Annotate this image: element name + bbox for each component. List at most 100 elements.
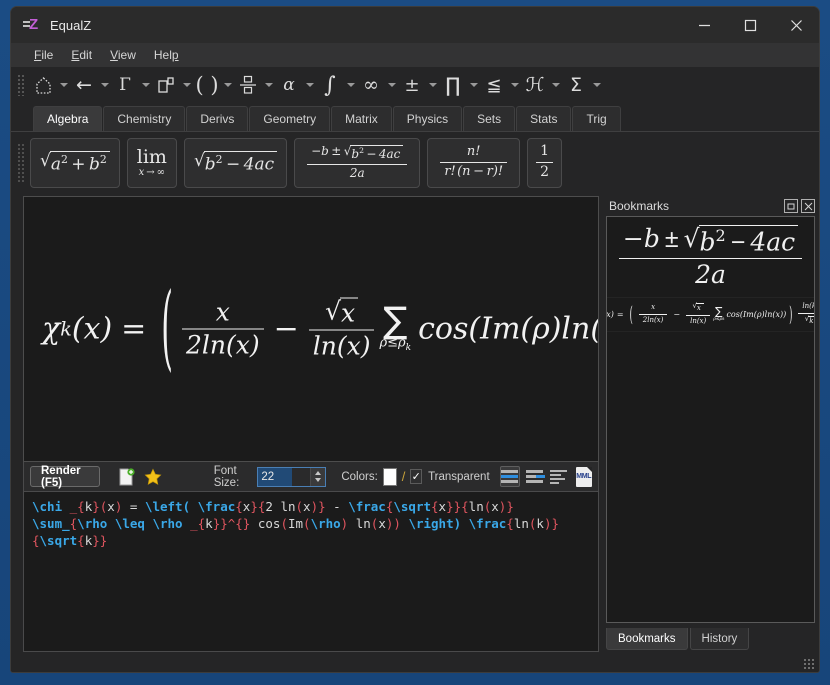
tab-matrix[interactable]: Matrix — [331, 106, 392, 131]
less-or-equal-dropdown[interactable] — [507, 71, 522, 99]
category-tab-bar: Algebra Chemistry Derivs Geometry Matrix… — [11, 103, 819, 131]
palette-grip-icon[interactable] — [17, 142, 25, 183]
latex-token: \leq — [114, 516, 145, 531]
new-document-icon[interactable] — [114, 465, 140, 489]
menu-help[interactable]: Help — [145, 46, 188, 64]
latex-token: )) — [385, 516, 401, 531]
product-dropdown[interactable] — [466, 71, 481, 99]
latex-token: k — [536, 516, 544, 531]
script-h-dropdown[interactable] — [548, 71, 563, 99]
arrow-left-icon[interactable]: ← — [71, 71, 97, 99]
latex-token: x — [378, 516, 386, 531]
integral-dropdown[interactable] — [343, 71, 358, 99]
template-box-icon[interactable] — [30, 71, 56, 99]
dock-tab-history[interactable]: History — [689, 628, 750, 650]
align-center-button[interactable] — [499, 466, 520, 487]
tab-trig[interactable]: Trig — [572, 106, 621, 131]
plus-minus-icon[interactable]: ± — [399, 71, 425, 99]
infinity-icon[interactable]: ∞ — [358, 71, 384, 99]
minimize-button[interactable] — [681, 7, 727, 43]
arrow-left-dropdown[interactable] — [97, 71, 112, 99]
latex-token: { — [506, 516, 514, 531]
menu-edit[interactable]: Edit — [62, 46, 101, 64]
latex-token: \frac — [197, 499, 236, 514]
latex-token: ) — [310, 499, 319, 514]
resize-grip-icon[interactable] — [803, 658, 815, 670]
sum-icon[interactable]: Σ — [563, 71, 589, 99]
palette-sqrt-discriminant[interactable]: √ b2 − 4ac — [183, 137, 288, 188]
tab-algebra[interactable]: Algebra — [33, 106, 103, 131]
parentheses-dropdown[interactable] — [220, 71, 235, 99]
palette-sqrt-a2b2[interactable]: √ a2 + b2 — [30, 137, 120, 188]
font-size-value[interactable]: 22 — [258, 467, 293, 486]
alpha-dropdown[interactable] — [302, 71, 317, 99]
palette-limit[interactable]: lim x → ∞ — [126, 137, 177, 188]
align-baseline-button[interactable] — [525, 466, 544, 487]
render-button[interactable]: Render (F5) — [30, 465, 100, 489]
product-icon[interactable]: ∏ — [440, 71, 466, 99]
tab-sets[interactable]: Sets — [463, 106, 516, 131]
alpha-icon[interactable]: α — [276, 71, 302, 99]
latex-token: \rho — [77, 516, 108, 531]
latex-token: x — [491, 499, 499, 514]
font-size-stepper[interactable]: 22 — [257, 466, 327, 487]
latex-token: ln — [348, 516, 371, 531]
latex-token: ln — [513, 516, 529, 531]
latex-token: \right) — [408, 516, 462, 531]
palette-one-half[interactable]: 12 — [527, 137, 563, 188]
latex-token: { — [431, 499, 439, 514]
less-or-equal-icon[interactable]: ≦ — [481, 71, 507, 99]
float-panel-icon[interactable] — [784, 199, 798, 213]
fraction-icon[interactable] — [235, 71, 261, 99]
parentheses-icon[interactable]: ( ) — [194, 71, 220, 99]
menu-file-text: ile — [41, 48, 54, 62]
maximize-button[interactable] — [727, 7, 773, 43]
infinity-dropdown[interactable] — [384, 71, 399, 99]
latex-token: ( — [295, 499, 304, 514]
superscript-dropdown[interactable] — [179, 71, 194, 99]
plus-minus-dropdown[interactable] — [425, 71, 440, 99]
bookmark-chi-k-formula[interactable]: χk(x) = ( x2ln(x) − √x ln(x) ∑ρ≤ρk cos(I… — [607, 298, 814, 332]
latex-token: \frac — [468, 516, 507, 531]
menu-file[interactable]: File — [25, 46, 62, 64]
tab-stats[interactable]: Stats — [516, 106, 572, 131]
sum-dropdown[interactable] — [589, 71, 604, 99]
fraction-dropdown[interactable] — [261, 71, 276, 99]
tab-geometry[interactable]: Geometry — [249, 106, 331, 131]
foreground-color-swatch[interactable] — [382, 467, 397, 486]
drag-grip-icon[interactable] — [17, 74, 26, 96]
latex-token: } — [92, 499, 100, 514]
latex-token — [183, 516, 191, 531]
latex-token: \rho — [310, 516, 341, 531]
palette-quadratic-formula[interactable]: −b ± √ b2 − 4ac 2a — [294, 137, 421, 188]
star-favorite-icon[interactable] — [140, 465, 166, 489]
palette-combinations[interactable]: n! r! (n − r)! — [427, 137, 521, 188]
bookmark-quadratic-formula[interactable]: −b ± √ b2 − 4ac 2a — [607, 217, 814, 299]
close-panel-icon[interactable] — [801, 199, 815, 213]
colors-label: Colors: — [341, 470, 378, 483]
close-button[interactable] — [773, 7, 819, 43]
menu-view[interactable]: View — [101, 46, 145, 64]
tab-derivs[interactable]: Derivs — [186, 106, 249, 131]
font-size-label: Font Size: — [213, 464, 240, 489]
latex-token: \chi — [32, 499, 63, 514]
latex-token: } — [318, 499, 326, 514]
script-h-icon[interactable]: ℋ — [522, 71, 548, 99]
gamma-dropdown[interactable] — [138, 71, 153, 99]
align-left-button[interactable] — [549, 466, 568, 487]
tab-physics[interactable]: Physics — [392, 106, 463, 131]
transparent-checkbox[interactable]: ✓ — [410, 469, 423, 484]
font-size-arrows[interactable] — [310, 467, 326, 486]
mathml-export-button[interactable]: MML — [575, 466, 593, 487]
superscript-icon[interactable] — [153, 71, 179, 99]
latex-source-editor[interactable]: \chi _{k}(x) = \left( \frac{x}{2 ln(x)} … — [23, 492, 599, 652]
template-box-dropdown[interactable] — [56, 71, 71, 99]
tab-chemistry[interactable]: Chemistry — [103, 106, 186, 131]
bookmark-list[interactable]: −b ± √b2 − 4ac 2a χk(x) = ( x2ln(x) − √x — [606, 216, 815, 623]
integral-icon[interactable]: ∫ — [317, 71, 343, 99]
gamma-icon[interactable]: Γ — [112, 71, 138, 99]
dock-tab-bookmarks[interactable]: Bookmarks — [606, 628, 688, 650]
rendered-formula: χ k (x) = ( x 2ln(x) − √ x ln(x) ∑ ρ≤ρk … — [42, 275, 598, 384]
formula-preview-canvas[interactable]: χ k (x) = ( x 2ln(x) − √ x ln(x) ∑ ρ≤ρk … — [23, 196, 599, 462]
latex-token: cos — [250, 516, 281, 531]
